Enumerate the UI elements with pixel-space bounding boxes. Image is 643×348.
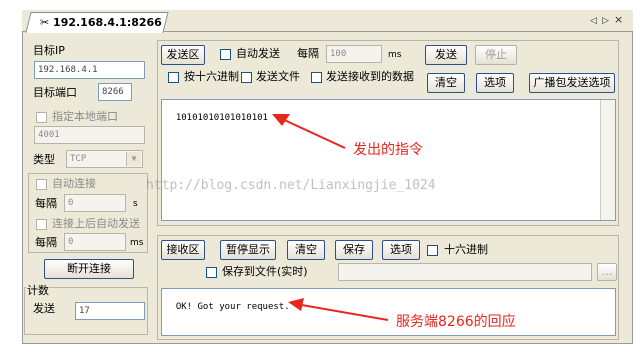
- sent-arrow-icon: [272, 114, 346, 149]
- annotation-arrows: [272, 114, 389, 321]
- reply-arrow-icon: [288, 298, 389, 321]
- reply-annotation: 服务端8266的回应: [396, 314, 516, 330]
- sent-annotation: 发出的指令: [353, 142, 423, 158]
